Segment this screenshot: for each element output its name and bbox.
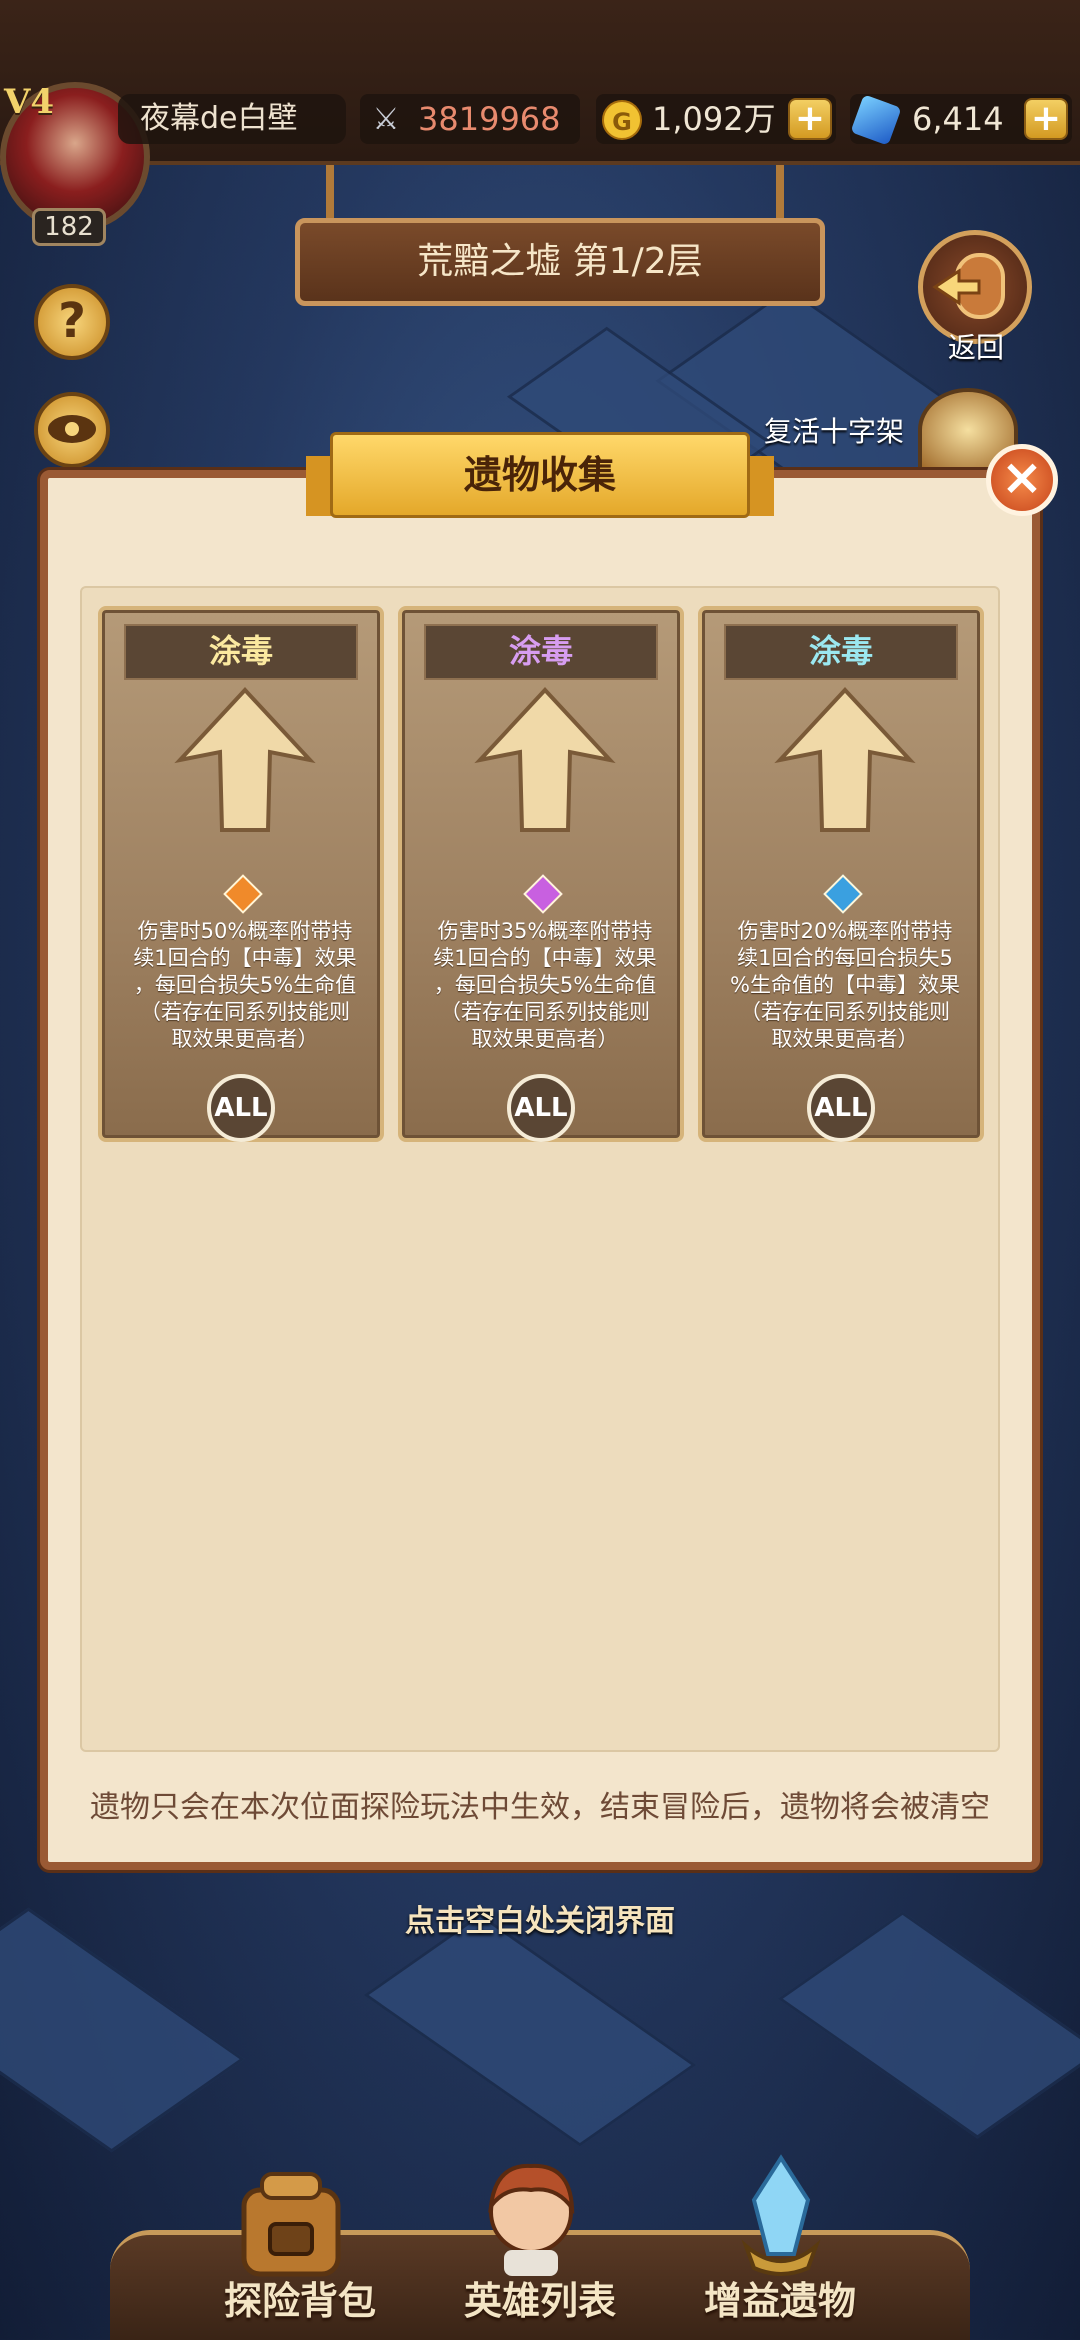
relic-footnote: 遗物只会在本次位面探险玩法中生效，结束冒险后，遗物将会被清空	[90, 1790, 990, 1825]
gem-display: 6,414 +	[850, 94, 1072, 146]
relic-description: 伤害时20%概率附带持 续1回合的每回合损失5 %生命值的【中毒】效果 （若存在…	[730, 919, 960, 1051]
dialog-title: 遗物收集	[330, 432, 750, 518]
blue-gem-icon	[850, 94, 902, 146]
gold-display: G 1,092万 +	[596, 94, 836, 144]
nav-label-heroes[interactable]: 英雄列表	[420, 2270, 660, 2325]
view-toggle-button[interactable]	[34, 392, 110, 468]
eye-icon	[48, 415, 96, 443]
help-button[interactable]: ?	[34, 284, 110, 360]
crystal-relic-icon[interactable]	[716, 2150, 846, 2280]
map-tile	[777, 1911, 1080, 2139]
door-exit-icon	[932, 253, 1005, 319]
rarity-gem-icon	[823, 874, 863, 914]
hero-icon[interactable]	[466, 2150, 596, 2280]
target-all-badge: ALL	[507, 1074, 575, 1142]
nav-label-relics[interactable]: 增益遗物	[660, 2270, 900, 2325]
gold-coin-icon: G	[602, 100, 642, 140]
gem-value: 6,414	[912, 100, 1004, 138]
crossed-swords-icon: ⚔	[372, 102, 400, 137]
rarity-gem-icon	[523, 874, 563, 914]
tap-to-close-hint[interactable]: 点击空白处关闭界面	[320, 1896, 760, 1940]
map-tile	[0, 1907, 245, 2153]
relic-description: 伤害时50%概率附带持 续1回合的【中毒】效果 ，每回合损失5%生命值 （若存在…	[133, 919, 357, 1051]
arrow-up-icon	[474, 687, 616, 832]
gold-value: 1,092万	[652, 100, 776, 138]
relic-name: 涂毒	[124, 624, 358, 680]
relic-name: 涂毒	[424, 624, 658, 680]
map-tile	[363, 1913, 697, 2147]
power-display: ⚔ 3819968	[360, 94, 580, 144]
close-button[interactable]: ×	[986, 444, 1058, 516]
player-level-badge: 182	[32, 208, 106, 246]
add-gems-button[interactable]: +	[1024, 98, 1068, 140]
add-gold-button[interactable]: +	[788, 98, 832, 140]
relic-card[interactable]: 涂毒 伤害时35%概率附带持 续1回合的【中毒】效果 ，每回合损失5%生命值 （…	[398, 606, 684, 1142]
floor-title: 荒黯之墟 第1/2层	[295, 218, 825, 306]
revive-cross-label: 复活十字架	[764, 415, 905, 448]
target-all-badge: ALL	[807, 1074, 875, 1142]
player-name: 夜幕de白壁	[118, 94, 346, 144]
target-all-badge: ALL	[207, 1074, 275, 1142]
relic-card[interactable]: 涂毒 伤害时20%概率附带持 续1回合的每回合损失5 %生命值的【中毒】效果 （…	[698, 606, 984, 1142]
arrow-up-icon	[774, 687, 916, 832]
relic-name: 涂毒	[724, 624, 958, 680]
vip-level: V4	[4, 82, 55, 122]
banner-rope	[776, 165, 784, 225]
relic-card[interactable]: 涂毒 伤害时50%概率附带持 续1回合的【中毒】效果 ，每回合损失5%生命值 （…	[98, 606, 384, 1142]
arrow-up-icon	[174, 687, 316, 832]
banner-rope	[326, 165, 334, 225]
back-label: 返回	[948, 331, 1005, 364]
power-value: 3819968	[418, 100, 561, 138]
relic-description: 伤害时35%概率附带持 续1回合的【中毒】效果 ，每回合损失5%生命值 （若存在…	[433, 919, 657, 1051]
rarity-gem-icon	[223, 874, 263, 914]
nav-label-backpack[interactable]: 探险背包	[180, 2270, 420, 2325]
